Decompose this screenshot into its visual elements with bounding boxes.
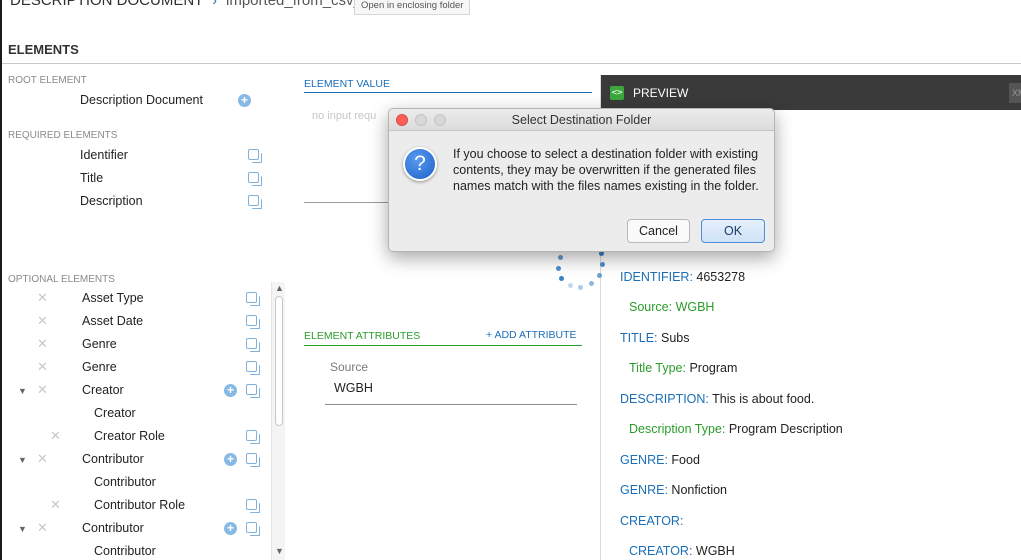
expand-triangle-icon[interactable]: ▼ (18, 386, 27, 396)
optional-element-creator-child[interactable]: Creator (94, 406, 136, 420)
optional-element-contributor-role[interactable]: Contributor Role (94, 498, 185, 512)
code-icon: <> (610, 86, 624, 100)
preview-title: PREVIEW (633, 86, 689, 100)
remove-icon[interactable]: ✕ (37, 451, 48, 467)
breadcrumb-bar: DESCRIPTION DOCUMENT › imported_from_csv_7… (2, 0, 1021, 20)
preview-line: CREATOR: (620, 514, 684, 528)
preview-line: Title Type: Program (629, 361, 738, 375)
add-icon[interactable]: + (238, 94, 251, 107)
preview-line: Source: WGBH (629, 300, 715, 314)
breadcrumb: DESCRIPTION DOCUMENT › imported_from_csv_7… (10, 0, 398, 9)
optional-element-asset-date[interactable]: Asset Date (82, 314, 143, 328)
element-attributes-underline (304, 345, 582, 346)
dialog-message: If you choose to select a destination fo… (453, 147, 759, 193)
copy-icon[interactable] (246, 430, 260, 444)
open-enclosing-folder-button[interactable]: Open in enclosing folder (354, 0, 471, 15)
element-value-underline (304, 92, 592, 93)
preview-line: CREATOR: WGBH (629, 544, 735, 558)
element-attributes-header: ELEMENT ATTRIBUTES (304, 330, 421, 342)
dialog-title-bar: Select Destination Folder (389, 109, 774, 131)
copy-icon[interactable] (248, 172, 262, 186)
optional-element-contributor-child[interactable]: Contributor (94, 544, 156, 558)
copy-icon[interactable] (246, 522, 260, 536)
window-edge (0, 0, 2, 560)
preview-line: DESCRIPTION: This is about food. (620, 392, 815, 406)
copy-icon[interactable] (246, 384, 260, 398)
expand-triangle-icon[interactable]: ▼ (18, 524, 27, 534)
question-icon: ? (403, 147, 437, 181)
add-icon[interactable]: + (224, 384, 237, 397)
optional-element-contributor[interactable]: Contributor (82, 452, 144, 466)
xml-toggle-button[interactable]: XM (1009, 83, 1021, 103)
required-elements-group-label: REQUIRED ELEMENTS (8, 130, 118, 141)
remove-icon[interactable]: ✕ (37, 313, 48, 329)
section-title: ELEMENTS (8, 42, 79, 57)
required-element-description[interactable]: Description (80, 194, 143, 208)
scroll-down-icon[interactable]: ▼ (275, 546, 284, 556)
remove-icon[interactable]: ✕ (37, 520, 48, 536)
optional-element-creator[interactable]: Creator (82, 383, 124, 397)
optional-element-genre[interactable]: Genre (82, 337, 117, 351)
remove-icon[interactable]: ✕ (37, 336, 48, 352)
root-element-item[interactable]: Description Document (80, 93, 203, 107)
add-attribute-button[interactable]: + ADD ATTRIBUTE (486, 329, 577, 341)
attribute-source-value[interactable]: WGBH (334, 381, 373, 395)
preview-line: Description Type: Program Description (629, 422, 843, 436)
optional-element-contributor[interactable]: Contributor (82, 521, 144, 535)
preview-line: GENRE: Food (620, 453, 700, 467)
add-icon[interactable]: + (224, 453, 237, 466)
optional-elements-group-label: OPTIONAL ELEMENTS (8, 274, 115, 285)
ok-button[interactable]: OK (701, 219, 765, 243)
element-value-placeholder: no input requ (312, 110, 377, 122)
optional-element-asset-type[interactable]: Asset Type (82, 291, 144, 305)
copy-icon[interactable] (246, 292, 260, 306)
remove-icon[interactable]: ✕ (37, 290, 48, 306)
preview-line: GENRE: Nonfiction (620, 483, 727, 497)
dialog-title: Select Destination Folder (511, 113, 652, 127)
section-divider (2, 63, 1021, 64)
preview-line: TITLE: Subs (620, 331, 690, 345)
element-value-header: ELEMENT VALUE (304, 78, 390, 90)
breadcrumb-root[interactable]: DESCRIPTION DOCUMENT (10, 0, 203, 9)
scroll-up-icon[interactable]: ▲ (275, 283, 284, 293)
copy-icon[interactable] (246, 499, 260, 513)
remove-icon[interactable]: ✕ (37, 359, 48, 375)
expand-triangle-icon[interactable]: ▼ (18, 455, 27, 465)
remove-icon[interactable]: ✕ (50, 497, 61, 513)
copy-icon[interactable] (246, 361, 260, 375)
required-element-title[interactable]: Title (80, 171, 103, 185)
cancel-button[interactable]: Cancel (627, 219, 690, 243)
remove-icon[interactable]: ✕ (50, 428, 61, 444)
copy-icon[interactable] (246, 453, 260, 467)
add-icon[interactable]: + (224, 522, 237, 535)
attribute-source-label: Source (330, 360, 369, 374)
remove-icon[interactable]: ✕ (37, 382, 48, 398)
copy-icon[interactable] (248, 149, 262, 163)
attribute-source-underline (325, 404, 577, 405)
scrollbar-thumb[interactable] (275, 296, 283, 426)
breadcrumb-separator-icon: › (212, 0, 218, 8)
copy-icon[interactable] (248, 195, 262, 209)
optional-elements-scrollbar[interactable]: ▲ ▼ (271, 282, 285, 560)
preview-header: <> PREVIEW XM (601, 75, 1021, 110)
optional-element-creator-role[interactable]: Creator Role (94, 429, 165, 443)
required-element-identifier[interactable]: Identifier (80, 148, 128, 162)
copy-icon[interactable] (246, 315, 260, 329)
select-destination-folder-dialog: Select Destination Folder ? If you choos… (388, 108, 775, 252)
optional-element-genre[interactable]: Genre (82, 360, 117, 374)
root-element-group-label: ROOT ELEMENT (8, 75, 87, 86)
copy-icon[interactable] (246, 338, 260, 352)
preview-line: IDENTIFIER: 4653278 (620, 270, 746, 284)
optional-element-contributor-child[interactable]: Contributor (94, 475, 156, 489)
element-value-divider (304, 202, 394, 203)
